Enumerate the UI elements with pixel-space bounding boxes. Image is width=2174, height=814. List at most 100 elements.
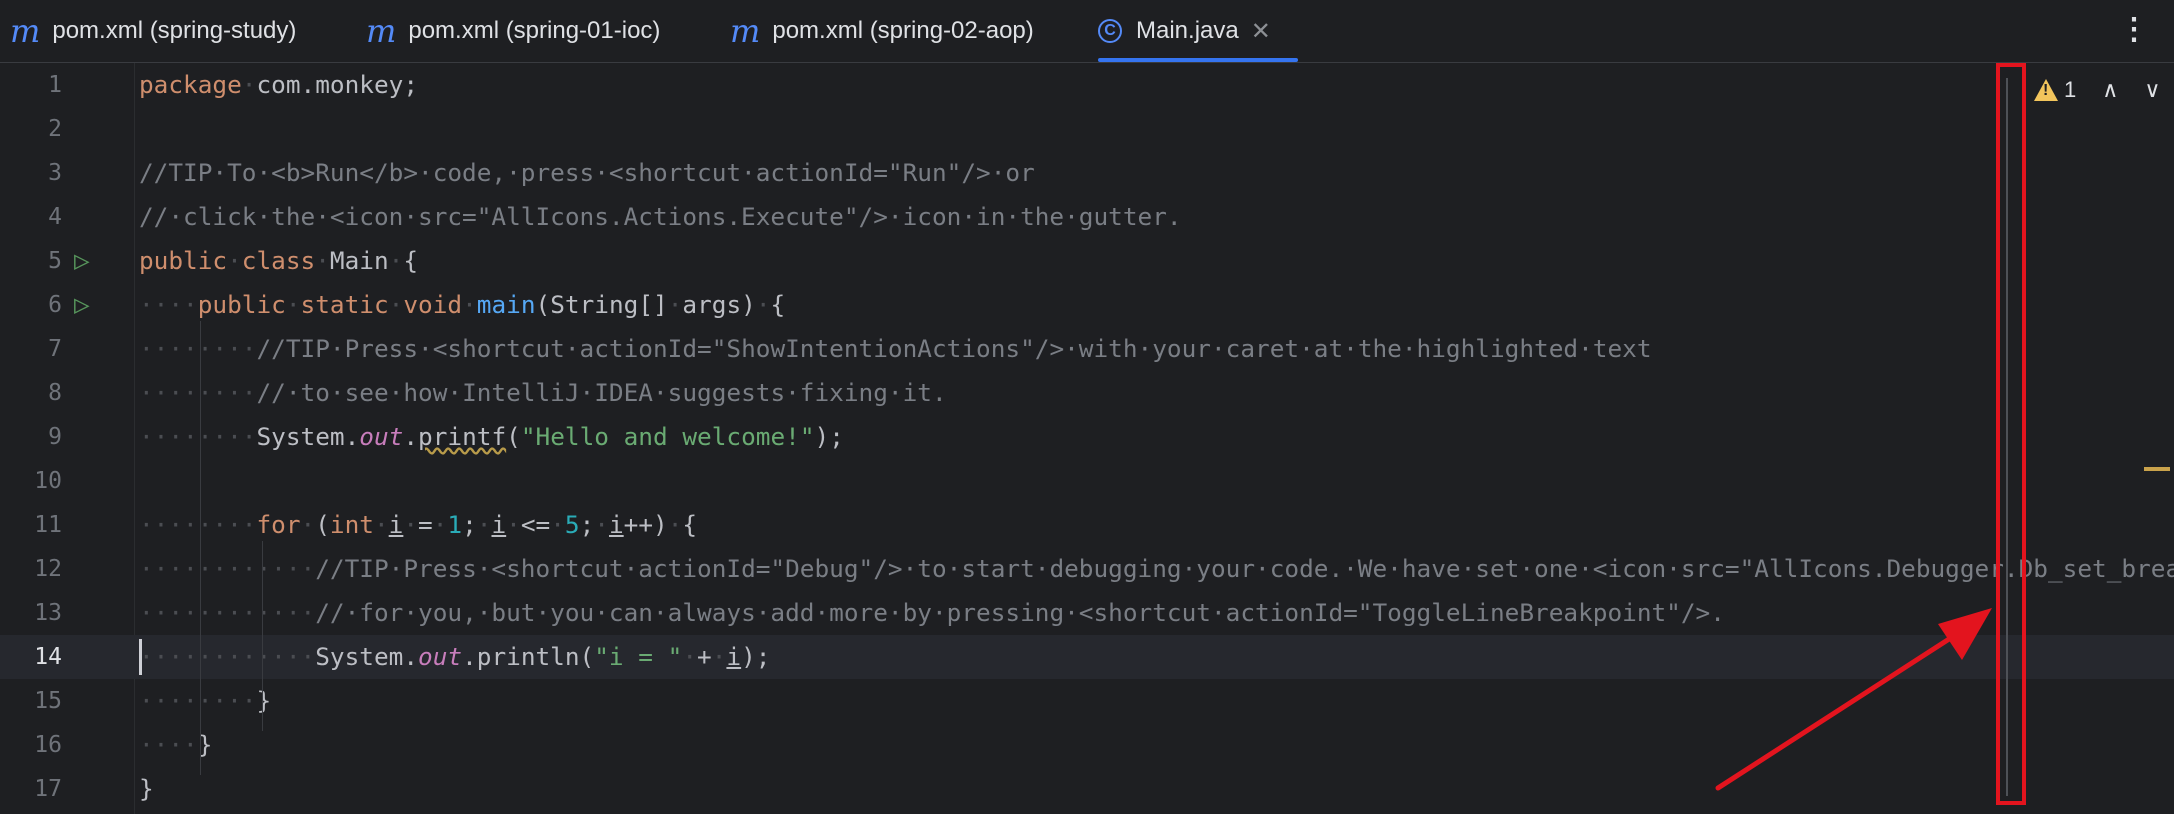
- chevron-up-icon[interactable]: ∧: [2102, 77, 2118, 103]
- code-editor[interactable]: 1 package·com.monkey; 2 3 //TIP·To·<b>Run</b…: [0, 63, 2174, 814]
- code-line[interactable]: 11 ········for·(int·i·=·1;·i·<=·5;·i++)·{: [0, 503, 2174, 547]
- code-line[interactable]: 6 ▷ ····public·static·void·main(String[]·a…: [0, 283, 2174, 327]
- line-number[interactable]: 12: [0, 547, 62, 591]
- line-number[interactable]: 3: [0, 151, 62, 195]
- line-number[interactable]: 1: [0, 63, 62, 107]
- code-text: ············//·for·you,·but·you·can·alwa…: [139, 591, 1725, 635]
- code-token: {: [403, 246, 419, 275]
- code-text: ········//TIP·Press·<shortcut·actionId="…: [139, 327, 1652, 371]
- code-line[interactable]: 2: [0, 107, 2174, 151]
- chevron-down-icon[interactable]: ∨: [2144, 77, 2160, 103]
- code-token: //·to·see·how·IntelliJ·IDEA·suggests·fix…: [256, 378, 947, 407]
- editor-tab-bar: m pom.xml (spring-study) m pom.xml (spri…: [0, 0, 2174, 63]
- code-line[interactable]: 4 //·click·the·<icon·src="AllIcons.Action…: [0, 195, 2174, 239]
- annotation-highlight-box: [1996, 63, 2026, 805]
- code-line[interactable]: 17}: [0, 767, 2174, 811]
- code-line[interactable]: 5 ▷ public·class·Main·{: [0, 239, 2174, 283]
- line-number[interactable]: 9: [0, 415, 62, 459]
- close-tab-icon[interactable]: ✕: [1251, 17, 1271, 46]
- whitespace-dots: ····: [139, 290, 198, 319]
- whitespace-dots: ·: [227, 246, 242, 275]
- code-token: Main: [329, 246, 389, 275]
- tab-pom-spring-study[interactable]: m pom.xml (spring-study): [10, 0, 296, 62]
- code-line[interactable]: 3 //TIP·To·<b>Run</b>·code,·press·<shortc…: [0, 151, 2174, 195]
- line-number[interactable]: 8: [0, 371, 62, 415]
- line-number[interactable]: 4: [0, 195, 62, 239]
- code-line[interactable]: 9 ········System.out.printf("Hello and we…: [0, 415, 2174, 459]
- whitespace-dots: ·: [476, 510, 492, 539]
- tab-label: pom.xml (spring-02-aop): [772, 17, 1034, 44]
- whitespace-dots: ·: [462, 290, 477, 319]
- code-token: );: [814, 422, 844, 451]
- more-tabs-icon[interactable]: ⋮: [2116, 12, 2152, 48]
- line-number[interactable]: 7: [0, 327, 62, 371]
- tab-pom-spring-02-aop[interactable]: m pom.xml (spring-02-aop): [730, 0, 1034, 62]
- code-token: =: [418, 510, 433, 539]
- code-token: //TIP·Press·<shortcut·actionId="ShowInte…: [256, 334, 1652, 363]
- whitespace-dots: ·: [594, 510, 609, 539]
- whitespace-dots: ·: [667, 290, 683, 319]
- line-number[interactable]: 11: [0, 503, 62, 547]
- code-line[interactable]: 12 ············//TIP·Press·<shortcut·acti…: [0, 547, 2174, 591]
- active-tab-indicator: [1098, 58, 1298, 62]
- warning-icon: [2034, 79, 2058, 101]
- maven-icon: m: [366, 12, 397, 50]
- code-token: System.: [315, 642, 419, 671]
- line-number[interactable]: 15: [0, 679, 62, 723]
- whitespace-dots: ·: [506, 510, 521, 539]
- code-line[interactable]: 7 ········//TIP·Press·<shortcut·actionId=…: [0, 327, 2174, 371]
- whitespace-dots: ············: [139, 554, 316, 583]
- line-number[interactable]: 2: [0, 107, 62, 151]
- whitespace-dots: ········: [139, 378, 257, 407]
- ide-window: m pom.xml (spring-study) m pom.xml (spri…: [0, 0, 2174, 814]
- code-text: ····}: [139, 723, 212, 767]
- code-token: }: [139, 774, 154, 803]
- code-text: ········for·(int·i·=·1;·i·<=·5;·i++)·{: [139, 503, 697, 547]
- code-token: //·click·the·<icon·src="AllIcons.Actions…: [139, 202, 1182, 231]
- tab-label: Main.java: [1136, 17, 1239, 44]
- line-number[interactable]: 17: [0, 767, 62, 811]
- tab-pom-spring-01-ioc[interactable]: m pom.xml (spring-01-ioc): [366, 0, 660, 62]
- code-text: ········System.out.printf("Hello and wel…: [139, 415, 844, 459]
- whitespace-dots: ·: [388, 246, 404, 275]
- code-line[interactable]: 10: [0, 459, 2174, 503]
- code-line[interactable]: 8 ········//·to·see·how·IntelliJ·IDEA·sug…: [0, 371, 2174, 415]
- whitespace-dots: ·: [241, 70, 257, 99]
- whitespace-dots: ·: [285, 290, 301, 319]
- whitespace-dots: ·: [711, 642, 727, 671]
- line-number[interactable]: 6: [0, 283, 62, 327]
- line-number[interactable]: 16: [0, 723, 62, 767]
- code-text: package·com.monkey;: [139, 63, 418, 107]
- whitespace-dots: ·: [315, 246, 330, 275]
- code-text: //·click·the·<icon·src="AllIcons.Actions…: [139, 195, 1182, 239]
- code-line[interactable]: 13 ············//·for·you,·but·you·can·al…: [0, 591, 2174, 635]
- line-number[interactable]: 5: [0, 239, 62, 283]
- code-token: public: [139, 246, 228, 275]
- warning-marker[interactable]: [2144, 467, 2170, 471]
- code-text: }: [139, 767, 154, 811]
- code-token: .: [403, 422, 419, 451]
- code-token: i: [726, 642, 742, 671]
- code-token: 5: [564, 510, 580, 539]
- line-number[interactable]: 13: [0, 591, 62, 635]
- line-number[interactable]: 10: [0, 459, 62, 503]
- code-line[interactable]: 16 ····}: [0, 723, 2174, 767]
- code-token: ++): [623, 510, 668, 539]
- code-text: //TIP·To·<b>Run</b>·code,·press·<shortcu…: [139, 151, 1035, 195]
- inspections-widget[interactable]: 1 ∧ ∨: [2034, 72, 2160, 108]
- code-token: out: [418, 642, 463, 671]
- code-token: package: [139, 70, 242, 99]
- code-line[interactable]: 15 ········}: [0, 679, 2174, 723]
- run-gutter-icon[interactable]: ▷: [74, 248, 100, 274]
- whitespace-dots: ·: [300, 510, 316, 539]
- run-gutter-icon[interactable]: ▷: [74, 292, 100, 318]
- code-token: "Hello and welcome!": [520, 422, 815, 451]
- code-line[interactable]: 14 ············System.out.println("i = "·…: [0, 635, 2174, 679]
- code-token: printf: [418, 422, 507, 451]
- code-line[interactable]: 1 package·com.monkey;: [0, 63, 2174, 107]
- tab-main-java[interactable]: C Main.java ✕: [1098, 0, 1298, 62]
- code-token: "i = ": [594, 642, 683, 671]
- line-number[interactable]: 14: [0, 635, 62, 679]
- whitespace-dots: ············: [139, 642, 316, 671]
- maven-icon: m: [730, 12, 761, 50]
